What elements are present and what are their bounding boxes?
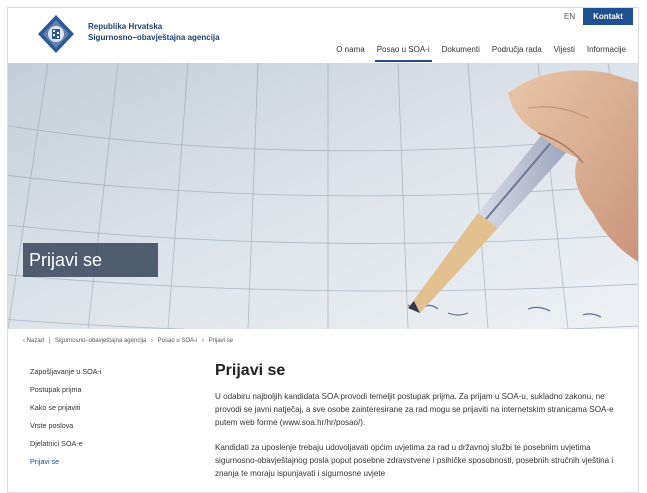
nav-item-informacije[interactable]: Informacije [581,44,632,62]
site-header: Republika Hrvatska Sigurnosno–obavještaj… [8,8,638,66]
agency-logo-icon[interactable] [36,14,76,54]
nav-item-dokumenti[interactable]: Dokumenti [436,44,486,62]
main-content: Prijavi se U odabiru najboljih kandidata… [215,362,625,492]
hero-image [8,63,638,329]
breadcrumb-item-current: Prijavi se [208,338,234,344]
page: Republika Hrvatska Sigurnosno–obavještaj… [7,7,639,493]
sidebar-nav: Zapošljavanje u SOA-i Postupak prijma Ka… [30,363,180,471]
hero-banner: Prijavi se [8,63,638,329]
back-link[interactable]: ‹ Nazad [23,338,44,344]
requirements-paragraph: Kandidati za uposlenje trebaju udovoljav… [215,443,614,478]
sidebar-item-vrste-poslova[interactable]: Vrste poslova [30,417,180,435]
intro-paragraph: U odabiru najboljih kandidata SOA provod… [215,392,614,427]
sidebar-item-postupak-prijma[interactable]: Postupak prijma [30,381,180,399]
org-name-line1: Republika Hrvatska [88,22,163,31]
nav-item-podrucja-rada[interactable]: Područja rada [486,44,548,62]
org-name-line2: Sigurnosno–obavještajna agencija [88,33,220,42]
nav-item-posao-u-soa-i[interactable]: Posao u SOA-i [371,44,436,62]
org-name[interactable]: Republika Hrvatska Sigurnosno–obavještaj… [88,21,220,43]
main-nav: O nama Posao u SOA-i Dokumenti Područja … [330,44,632,62]
breadcrumb: ‹ Nazad | Sigurnosno–obavještajna agenci… [23,338,236,344]
contact-button[interactable]: Kontakt [583,8,633,25]
sidebar-item-djelatnici[interactable]: Djelatnici SOA-e [30,435,180,453]
language-switch-en[interactable]: EN [564,12,575,21]
breadcrumb-chevron-icon: › [151,338,153,344]
nav-item-vijesti[interactable]: Vijesti [548,44,581,62]
sidebar-item-zaposljavanje[interactable]: Zapošljavanje u SOA-i [30,363,180,381]
breadcrumb-chevron-icon: › [202,338,205,344]
breadcrumb-item-agency[interactable]: Sigurnosno–obavještajna agencija [55,338,146,344]
page-title: Prijavi se [215,362,286,379]
breadcrumb-item-posao[interactable]: Posao u SOA-i [158,338,198,344]
sidebar-item-kako-se-prijaviti[interactable]: Kako se prijaviti [30,399,180,417]
nav-item-o-nama[interactable]: O nama [330,44,370,62]
breadcrumb-separator: | [48,338,51,344]
hero-title: Prijavi se [23,243,158,277]
sidebar-item-prijavi-se[interactable]: Prijavi se [30,453,180,471]
